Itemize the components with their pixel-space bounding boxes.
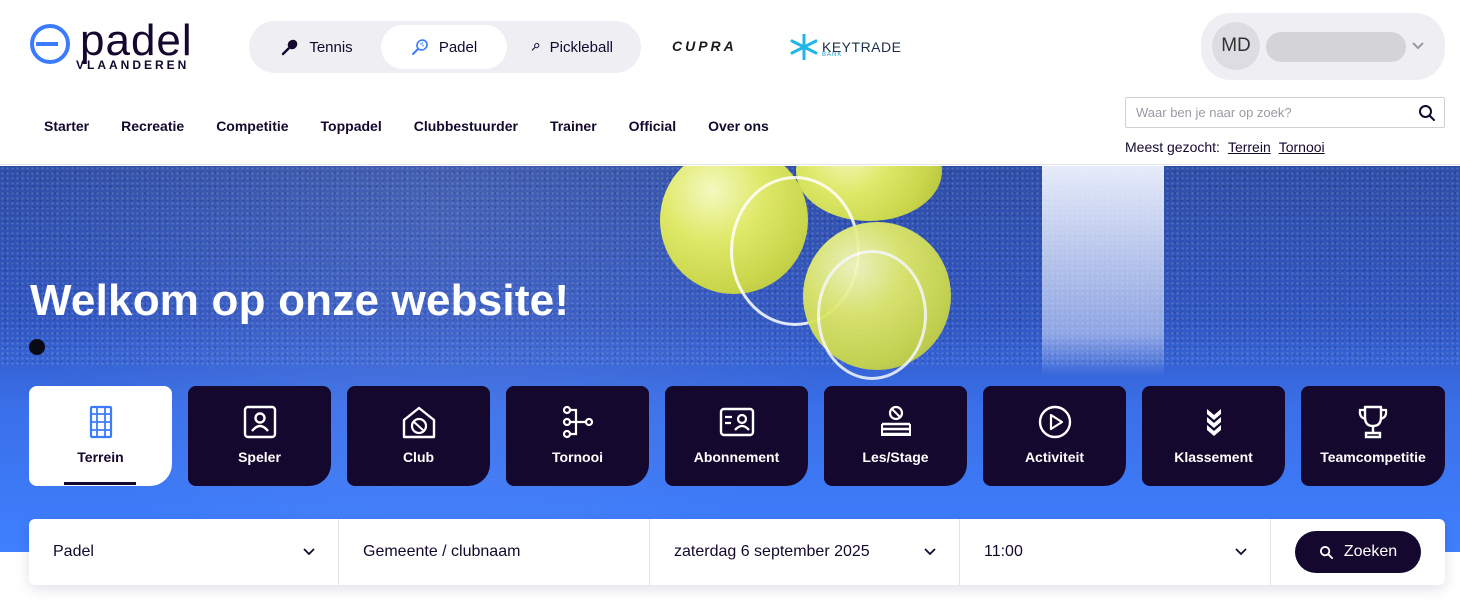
site-search — [1125, 97, 1445, 128]
chevron-down-icon — [303, 548, 315, 556]
tournament-bracket-icon — [562, 405, 593, 439]
nav-item-trainer[interactable]: Trainer — [534, 118, 613, 134]
nav-item-starter[interactable]: Starter — [28, 118, 105, 134]
nav-item-official[interactable]: Official — [613, 118, 692, 134]
location-input[interactable]: Gemeente / clubnaam — [339, 519, 650, 585]
hero-banner: Welkom op onze website! — [0, 166, 1460, 552]
chevron-down-icon — [1235, 548, 1247, 556]
tile-terrein[interactable]: Terrein — [29, 386, 172, 486]
search-button-label: Zoeken — [1343, 543, 1398, 560]
tennis-ball-image — [803, 222, 951, 380]
tennis-racket-icon — [282, 39, 298, 56]
tile-label: Abonnement — [693, 449, 780, 465]
sport-switcher: Tennis Padel Pickleball — [249, 21, 641, 73]
sport-select-value: Padel — [53, 543, 94, 560]
padel-logo-mark-icon — [30, 24, 70, 64]
tile-tornooi[interactable]: Tornooi — [506, 386, 649, 486]
tile-club[interactable]: Club — [347, 386, 490, 486]
nav-item-toppadel[interactable]: Toppadel — [305, 118, 398, 134]
nav-item-competitie[interactable]: Competitie — [200, 118, 304, 134]
tile-abonnement[interactable]: Abonnement — [665, 386, 808, 486]
tile-label: Les/Stage — [862, 449, 929, 465]
court-finder: Padel Gemeente / clubnaam zaterdag 6 sep… — [29, 519, 1445, 585]
court-line-image — [1042, 166, 1164, 376]
cupra-sponsor-logo[interactable]: CUPRA — [672, 38, 737, 54]
search-input[interactable] — [1126, 98, 1406, 127]
date-select-value: zaterdag 6 september 2025 — [674, 543, 870, 560]
tile-label: Tornooi — [551, 449, 604, 465]
tile-les-stage[interactable]: Les/Stage — [824, 386, 967, 486]
ball-seam — [817, 250, 927, 380]
court-icon — [89, 405, 112, 439]
keytrade-star-icon — [790, 34, 818, 60]
hero-title: Welkom op onze website! — [30, 276, 570, 325]
sport-tab-label: Padel — [438, 38, 478, 56]
main-navigation: Starter Recreatie Competitie Toppadel Cl… — [28, 118, 785, 134]
site-header: padel VLAANDEREN Tennis Padel Pickleball — [0, 0, 1460, 165]
most-searched-link-tornooi[interactable]: Tornooi — [1279, 139, 1325, 155]
sport-tab-padel[interactable]: Padel — [381, 25, 507, 69]
chevron-down-icon — [924, 548, 936, 556]
trophy-icon — [1358, 405, 1388, 439]
search-icon[interactable] — [1418, 104, 1436, 122]
padel-vlaanderen-logo[interactable]: padel VLAANDEREN — [28, 16, 220, 74]
search-button[interactable]: Zoeken — [1295, 531, 1421, 573]
pickleball-paddle-icon — [531, 42, 540, 51]
tile-label: Teamcompetitie — [1320, 449, 1426, 465]
user-name-redacted — [1266, 32, 1406, 62]
tile-label: Klassement — [1174, 449, 1253, 465]
tile-label: Speler — [238, 449, 281, 465]
user-menu[interactable]: MD — [1201, 13, 1445, 80]
tile-speler[interactable]: Speler — [188, 386, 331, 486]
logo-subtitle: VLAANDEREN — [76, 58, 190, 72]
keytrade-sponsor-logo[interactable]: KEYTRADE BANK — [790, 34, 901, 60]
sport-tab-pickleball[interactable]: Pickleball — [507, 25, 637, 69]
sport-tab-label: Tennis — [309, 38, 353, 56]
sport-tab-tennis[interactable]: Tennis — [253, 25, 381, 69]
play-circle-icon — [1038, 405, 1071, 439]
tile-teamcompetitie[interactable]: Teamcompetitie — [1301, 386, 1445, 486]
membership-card-icon — [719, 407, 754, 437]
most-searched-link-terrein[interactable]: Terrein — [1228, 139, 1271, 155]
date-select[interactable]: zaterdag 6 september 2025 — [650, 519, 960, 585]
player-icon — [243, 405, 276, 439]
sport-select[interactable]: Padel — [29, 519, 339, 585]
location-placeholder: Gemeente / clubnaam — [363, 543, 521, 560]
nav-item-clubbestuurder[interactable]: Clubbestuurder — [398, 118, 534, 134]
category-tiles: Terrein Speler Club Tornooi Abonnement L… — [29, 386, 1445, 486]
sport-tab-label: Pickleball — [549, 38, 613, 56]
avatar: MD — [1212, 22, 1260, 70]
nav-item-over-ons[interactable]: Over ons — [692, 118, 785, 134]
padel-racket-icon — [411, 39, 428, 55]
tile-label: Terrein — [77, 449, 124, 465]
tile-klassement[interactable]: Klassement — [1142, 386, 1285, 486]
nav-item-recreatie[interactable]: Recreatie — [105, 118, 200, 134]
keytrade-subtitle: BANK — [822, 52, 843, 58]
most-searched-label: Meest gezocht: — [1125, 139, 1220, 155]
most-searched: Meest gezocht: Terrein Tornooi — [1125, 139, 1325, 155]
clubhouse-icon — [402, 406, 435, 439]
time-select-value: 11:00 — [984, 543, 1023, 560]
lesson-icon — [880, 405, 911, 436]
active-tile-indicator — [64, 482, 136, 485]
tile-activiteit[interactable]: Activiteit — [983, 386, 1126, 486]
search-icon — [1319, 545, 1333, 559]
tile-label: Club — [402, 449, 435, 465]
chevron-down-icon — [1412, 42, 1424, 50]
ranking-chevrons-icon — [1206, 409, 1221, 436]
time-select[interactable]: 11:00 — [960, 519, 1271, 585]
tile-label: Activiteit — [1024, 449, 1085, 465]
carousel-dot[interactable] — [29, 339, 45, 355]
